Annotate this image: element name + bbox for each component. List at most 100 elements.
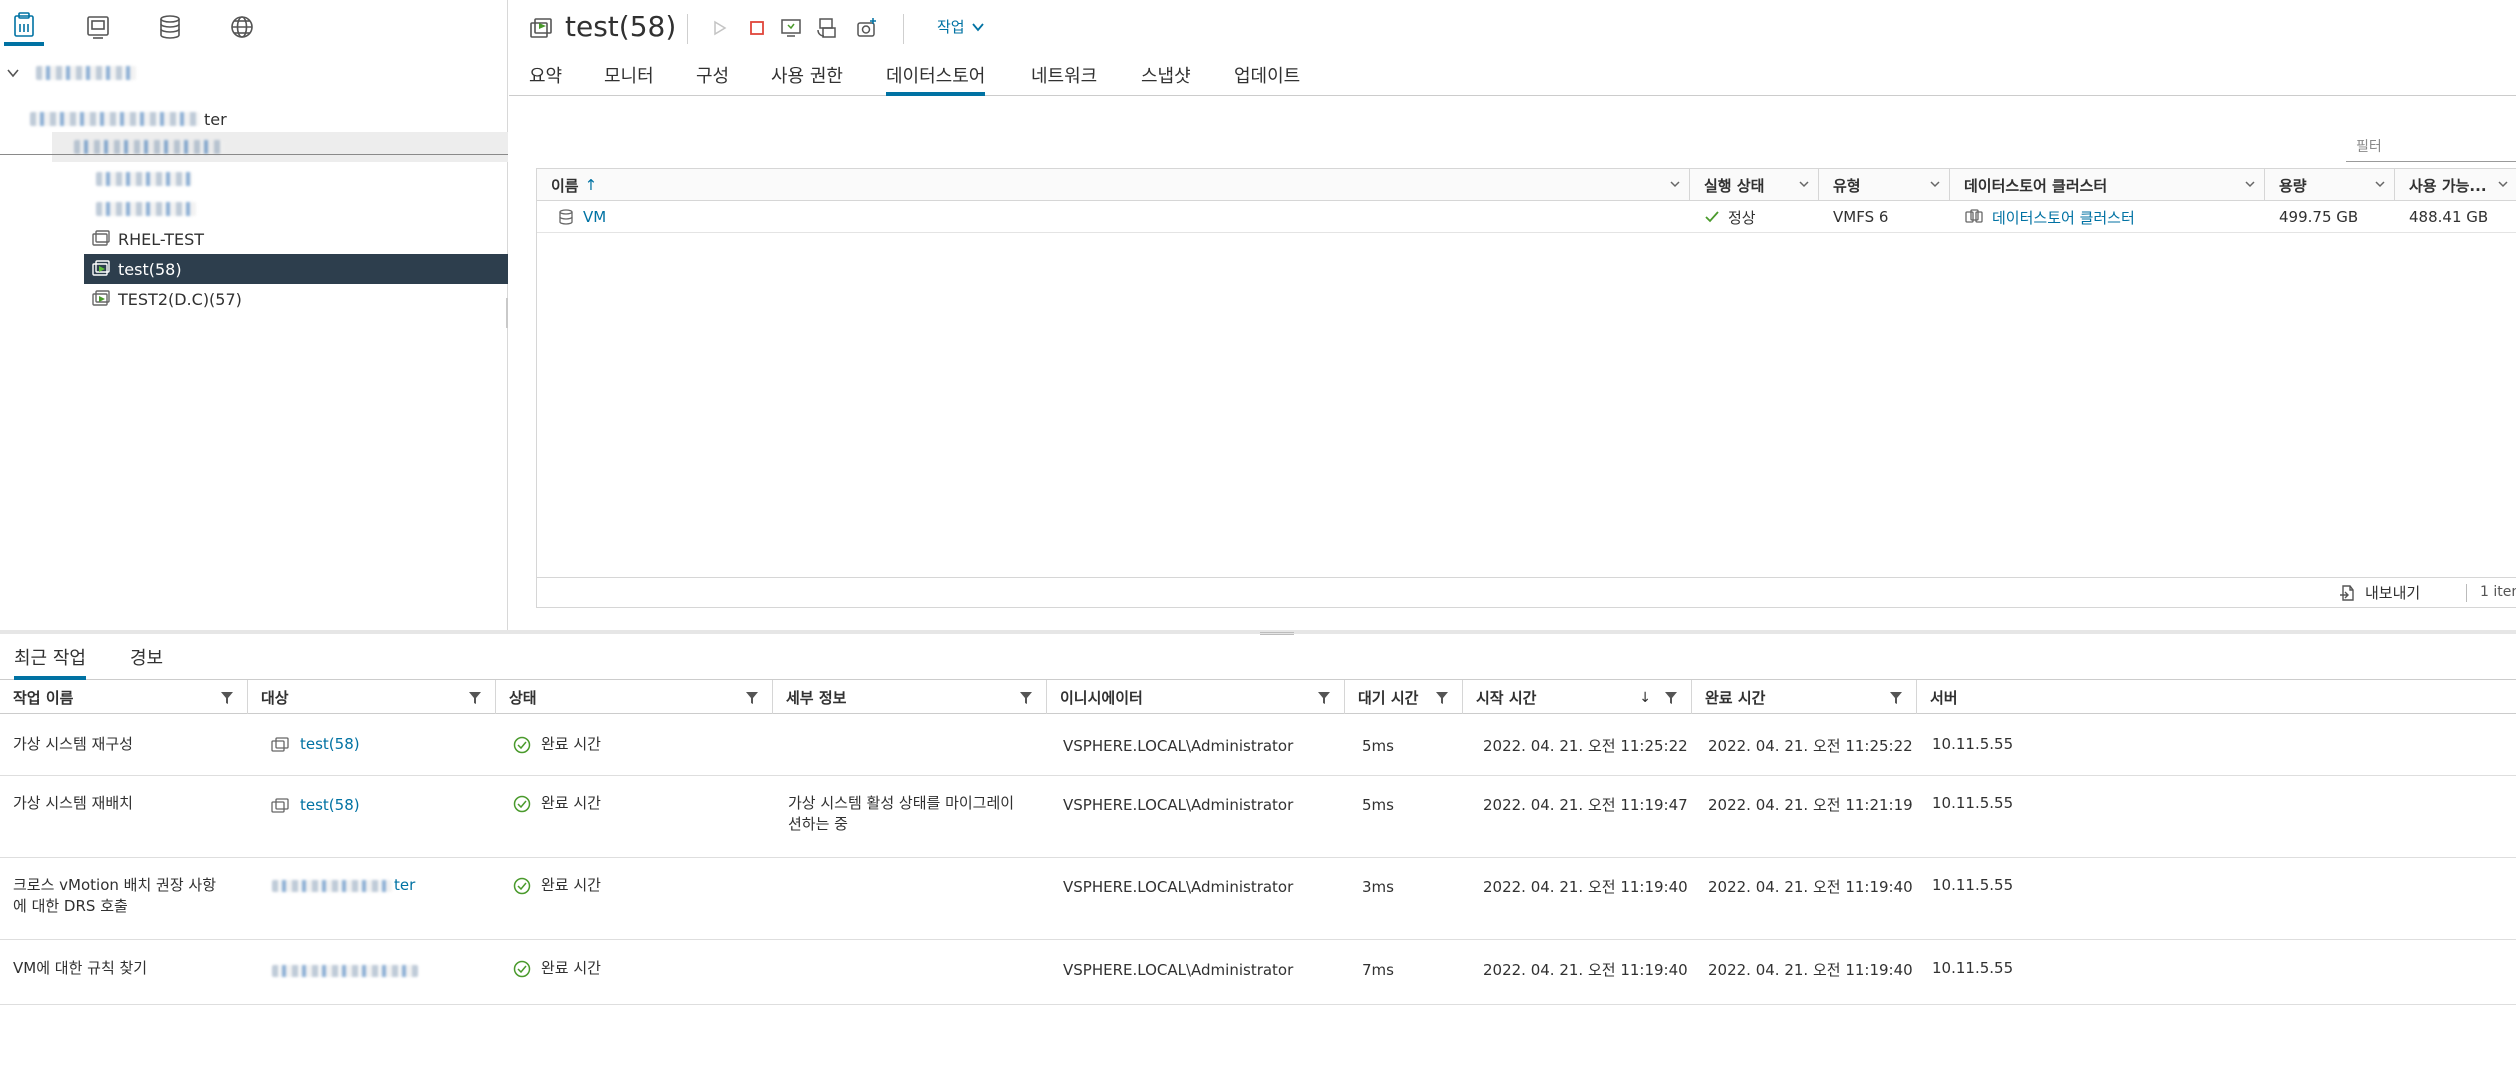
col-capacity[interactable]: 용량 — [2265, 169, 2395, 201]
col-status[interactable]: 상태 — [496, 680, 773, 714]
tree-cluster[interactable] — [52, 132, 508, 162]
migrate-button[interactable] — [813, 14, 841, 42]
datastore-cluster-cell[interactable]: 데이터스토어 클러스터 — [1964, 201, 2135, 233]
table-row[interactable]: 크로스 vMotion 배치 권장 사항 에 대한 DRS 호출 ter 완료 … — [0, 858, 2516, 940]
tab-configure[interactable]: 구성 — [696, 62, 729, 96]
chevron-down-icon[interactable] — [2497, 178, 2509, 190]
col-cluster[interactable]: 데이터스토어 클러스터 — [1950, 169, 2265, 201]
main-content: test(58) 작업 요약 모니터 구성 사용 권한 데이터스토어 네트워크 … — [509, 0, 2516, 630]
snapshot-button[interactable] — [853, 14, 881, 42]
chevron-down-icon[interactable] — [6, 66, 20, 80]
filter-icon[interactable] — [1020, 692, 1032, 704]
chevron-down-icon[interactable] — [1929, 178, 1941, 190]
tab-monitor[interactable]: 모니터 — [604, 62, 654, 96]
task-target-cell[interactable] — [272, 960, 418, 981]
bottom-tabs: 최근 작업 경보 — [0, 634, 2516, 680]
chevron-down-icon[interactable] — [2244, 178, 2256, 190]
tab-datastores[interactable]: 데이터스토어 — [886, 62, 986, 96]
col-end-time[interactable]: 완료 시간 — [1692, 680, 1917, 714]
tab-snapshots[interactable]: 스냅샷 — [1141, 62, 1191, 96]
check-circle-icon — [513, 960, 531, 977]
table-row[interactable]: VM 정상 VMFS 6 데이터스토어 클러스터 499.75 GB 488.4… — [537, 201, 2516, 233]
networking-icon — [231, 16, 253, 38]
filter-icon[interactable] — [746, 692, 758, 704]
filter-icon[interactable] — [1665, 692, 1677, 704]
task-queued-cell: 7ms — [1362, 961, 1394, 979]
col-details[interactable]: 세부 정보 — [773, 680, 1047, 714]
task-start-cell: 2022. 04. 21. 오전 11:19:40 — [1483, 878, 1688, 896]
tree-host-2[interactable] — [96, 194, 196, 224]
object-header: test(58) 작업 — [509, 0, 2516, 56]
hosts-clusters-tab[interactable] — [4, 8, 44, 46]
col-type[interactable]: 유형 — [1819, 169, 1950, 201]
tree-scrollbar[interactable] — [506, 298, 508, 328]
tree-root[interactable] — [6, 58, 136, 88]
vm-powered-on-icon — [92, 290, 110, 306]
datastore-name-cell[interactable]: VM — [557, 201, 606, 233]
recent-tasks-panel: 최근 작업 경보 작업 이름 대상 상태 세부 정보 이니시에이터 대기 시간 … — [0, 634, 2516, 1081]
task-start-cell: 2022. 04. 21. 오전 11:25:22 — [1483, 737, 1688, 755]
col-free[interactable]: 사용 가능... — [2395, 169, 2516, 201]
col-queued[interactable]: 대기 시간 — [1345, 680, 1463, 714]
task-server-link[interactable]: 10.11.5.55 — [1932, 958, 2013, 979]
filter-icon[interactable] — [1436, 692, 1448, 704]
datastore-grid: 이름 ↑ 실행 상태 유형 데이터스토어 클러스터 용량 사용 가능... VM… — [536, 168, 2516, 608]
task-server-link[interactable]: 10.11.5.55 — [1932, 734, 2013, 755]
console-icon — [781, 19, 801, 37]
task-target-cell[interactable]: test(58) — [270, 734, 360, 755]
sort-desc-icon[interactable]: ↓ — [1639, 690, 1651, 706]
task-server-link[interactable]: 10.11.5.55 — [1932, 793, 2013, 814]
task-target-cell[interactable]: ter — [272, 875, 415, 896]
tab-alarms[interactable]: 경보 — [130, 644, 163, 680]
tree-vm-test58[interactable]: test(58) — [84, 254, 508, 284]
networking-tab[interactable] — [222, 8, 262, 46]
col-task-name[interactable]: 작업 이름 — [0, 680, 248, 714]
export-button[interactable]: 내보내기 — [2339, 582, 2420, 603]
power-off-button[interactable] — [743, 14, 771, 42]
tasks-header: 작업 이름 대상 상태 세부 정보 이니시에이터 대기 시간 시작 시간 ↓ 완료… — [0, 680, 2516, 714]
col-initiator[interactable]: 이니시에이터 — [1047, 680, 1345, 714]
filter-icon[interactable] — [221, 692, 233, 704]
tree-host-1[interactable] — [96, 164, 192, 194]
tab-networks[interactable]: 네트워크 — [1031, 62, 1097, 96]
datastore-type-cell: VMFS 6 — [1833, 208, 1889, 226]
storage-tab[interactable] — [150, 8, 190, 46]
chevron-down-icon[interactable] — [1669, 178, 1681, 190]
task-server-link[interactable]: 10.11.5.55 — [1932, 875, 2013, 896]
check-icon — [1705, 211, 1719, 223]
col-name[interactable]: 이름 ↑ — [537, 169, 1690, 201]
task-target-cell[interactable]: test(58) — [270, 795, 360, 816]
filter-icon[interactable] — [469, 692, 481, 704]
tab-recent-tasks[interactable]: 최근 작업 — [14, 644, 86, 680]
col-state[interactable]: 실행 상태 — [1690, 169, 1819, 201]
task-end-cell: 2022. 04. 21. 오전 11:19:40 — [1708, 878, 1913, 896]
table-row[interactable]: 가상 시스템 재구성 test(58) 완료 시간 VSPHERE.LOCAL\… — [0, 715, 2516, 776]
tab-permissions[interactable]: 사용 권한 — [771, 62, 843, 96]
task-name-cell: VM에 대한 규칙 찾기 — [13, 959, 148, 977]
tab-updates[interactable]: 업데이트 — [1234, 62, 1300, 96]
hosts-clusters-icon — [14, 12, 34, 37]
col-start-time[interactable]: 시작 시간 ↓ — [1463, 680, 1692, 714]
redacted-host-name — [96, 202, 196, 216]
tab-summary[interactable]: 요약 — [529, 62, 562, 96]
tree-vm-rhel-test[interactable]: RHEL-TEST — [90, 224, 204, 254]
actions-menu[interactable]: 작업 — [937, 16, 985, 37]
filter-icon[interactable] — [1890, 692, 1902, 704]
tree-divider — [0, 154, 508, 155]
filter-icon[interactable] — [1318, 692, 1330, 704]
power-on-button[interactable] — [705, 14, 733, 42]
launch-console-button[interactable] — [777, 14, 805, 42]
table-row[interactable]: 가상 시스템 재배치 test(58) 완료 시간 가상 시스템 활성 상태를 … — [0, 776, 2516, 858]
col-server[interactable]: 서버 — [1917, 680, 2516, 714]
tree-vm-test2[interactable]: TEST2(D.C)(57) — [90, 284, 242, 314]
chevron-down-icon[interactable] — [1798, 178, 1810, 190]
task-status-cell: 완료 시간 — [513, 793, 601, 814]
table-row[interactable]: VM에 대한 규칙 찾기 완료 시간 VSPHERE.LOCAL\Adminis… — [0, 940, 2516, 1005]
vms-templates-tab[interactable] — [78, 8, 118, 46]
tree-datacenter[interactable]: ter — [30, 104, 227, 134]
chevron-down-icon[interactable] — [2374, 178, 2386, 190]
col-target[interactable]: 대상 — [248, 680, 496, 714]
filter-input[interactable] — [2346, 132, 2516, 162]
redacted-cluster-name — [74, 140, 224, 154]
task-end-cell: 2022. 04. 21. 오전 11:19:40 — [1708, 961, 1913, 979]
